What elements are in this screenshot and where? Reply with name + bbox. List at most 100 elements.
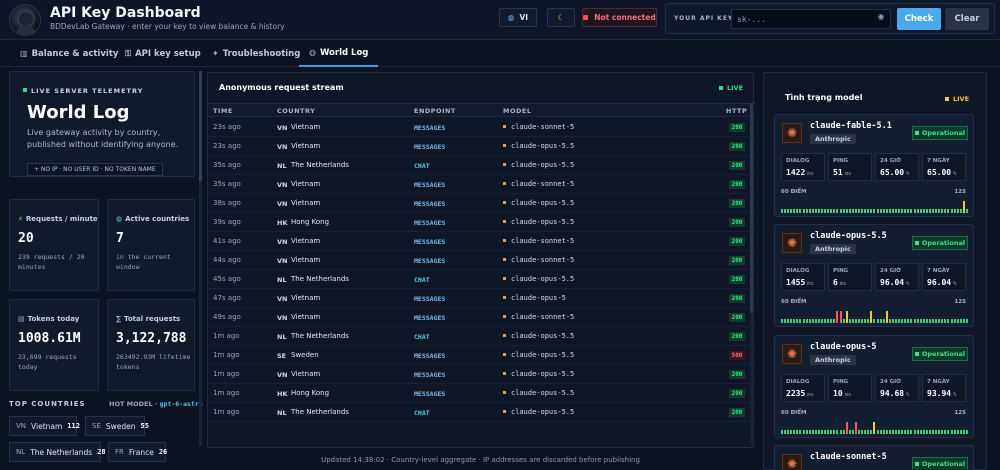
stat-label-text: Total requests bbox=[124, 315, 181, 323]
left-scrollbar[interactable] bbox=[199, 71, 202, 446]
uptime-bar bbox=[907, 209, 910, 213]
uptime-bar bbox=[885, 311, 888, 323]
row-country: Vietnam bbox=[291, 199, 321, 207]
stat-active-countries: ◍ Active countries 7 in the current windo… bbox=[107, 199, 195, 291]
uptime-bar bbox=[817, 319, 820, 323]
uptime-bars bbox=[781, 307, 969, 323]
model-stat: PING 51 ms bbox=[828, 153, 872, 181]
uptime-bar bbox=[787, 430, 790, 434]
row-model-text: claude-sonnet-5 bbox=[511, 256, 575, 264]
model-stat-value: 94.68% bbox=[880, 389, 909, 398]
model-stat: PING 10 ms bbox=[828, 374, 872, 402]
model-card[interactable]: ✺ claude-fable-5.1 Anthropic Operational DIA… bbox=[774, 114, 974, 217]
live-text: LIVE bbox=[953, 95, 970, 103]
check-button[interactable]: Check bbox=[897, 8, 941, 30]
model-dot-icon bbox=[503, 258, 506, 261]
row-endpoint: MESSAGES bbox=[414, 295, 446, 303]
model-dot-icon bbox=[503, 144, 506, 147]
country-chip[interactable]: VN Vietnam 112 bbox=[9, 416, 80, 436]
key-icon: ⚿ bbox=[125, 48, 132, 58]
row-model: claude-sonnet-5 bbox=[503, 313, 574, 321]
uptime-bar bbox=[845, 209, 848, 213]
country-chip[interactable]: SE Sweden 55 bbox=[85, 416, 149, 436]
row-endpoint: MESSAGES bbox=[414, 314, 446, 322]
row-country-code: VN bbox=[277, 371, 288, 379]
row-model-text: claude-opus-5.5 bbox=[511, 389, 575, 397]
row-model-text: claude-sonnet-5 bbox=[511, 180, 575, 188]
uptime-bar bbox=[817, 430, 820, 434]
connection-status-badge: Not connected bbox=[582, 8, 657, 27]
row-model: claude-opus-5.5 bbox=[503, 161, 574, 169]
scrollbar-thumb[interactable] bbox=[750, 103, 753, 313]
row-model: claude-opus-5.5 bbox=[503, 218, 574, 226]
model-status-badge: Operational bbox=[912, 347, 968, 361]
api-key-input[interactable] bbox=[731, 9, 891, 29]
model-stat-value: 65.00% bbox=[880, 168, 909, 177]
row-country-code: VN bbox=[277, 143, 288, 151]
row-endpoint: MESSAGES bbox=[414, 371, 446, 379]
tab-balance-activity[interactable]: ▥ Balance & activity bbox=[20, 40, 118, 67]
table-row: 23s ago VN Vietnam MESSAGES claude-opus-5.5 2… bbox=[208, 137, 755, 156]
country-chip[interactable]: FR France 26 bbox=[108, 442, 167, 462]
uptime-bar bbox=[876, 209, 879, 213]
stat-tokens-today: ▤ Tokens today 1008.61M 23,699 requests t… bbox=[9, 299, 99, 391]
uptime-bar bbox=[833, 319, 836, 323]
country-code: VN bbox=[16, 422, 27, 430]
model-card[interactable]: ✺ claude-opus-5 Anthropic Operational DIALOG… bbox=[774, 335, 974, 438]
live-dot-icon bbox=[719, 86, 723, 90]
uptime-bar bbox=[873, 209, 876, 213]
model-card[interactable]: ✺ claude-sonnet-5 Operational bbox=[774, 445, 974, 470]
country-name: France bbox=[128, 447, 154, 457]
table-row: 35s ago VN Vietnam MESSAGES claude-sonnet-5 2… bbox=[208, 175, 755, 194]
eye-icon[interactable]: ◉ bbox=[876, 12, 886, 22]
row-endpoint: MESSAGES bbox=[414, 181, 446, 189]
api-key-label: YOUR API KEY bbox=[674, 15, 734, 22]
tab-world-log[interactable]: ◍ World Log bbox=[299, 40, 379, 67]
hero-kicker-text: LIVE SERVER TELEMETRY bbox=[31, 87, 144, 95]
uptime-bars bbox=[781, 197, 969, 213]
uptime-bar bbox=[814, 319, 817, 323]
uptime-bar bbox=[805, 430, 808, 434]
uptime-bar bbox=[854, 209, 857, 213]
language-toggle[interactable]: ◍ VI bbox=[499, 8, 537, 27]
row-country-code: NL bbox=[277, 333, 287, 341]
app-subtitle: BDDevLab Gateway · enter your key to vie… bbox=[50, 22, 285, 31]
country-chip[interactable]: NL The Netherlands 28 bbox=[9, 442, 106, 462]
row-http-status: 200 bbox=[729, 294, 745, 303]
uptime-bar bbox=[845, 311, 848, 323]
uptime-bar bbox=[959, 430, 962, 434]
uptime-bar bbox=[811, 319, 814, 323]
uptime-bar bbox=[947, 319, 950, 323]
row-time: 1m ago bbox=[213, 332, 240, 340]
scrollbar-thumb[interactable] bbox=[199, 71, 202, 181]
uptime-bar bbox=[793, 319, 796, 323]
uptime-bar bbox=[935, 319, 938, 323]
live-text: LIVE bbox=[727, 84, 744, 92]
uptime-bar bbox=[919, 319, 922, 323]
status-dot-icon bbox=[914, 462, 919, 466]
table-row: 44s ago VN Vietnam MESSAGES claude-sonnet-5 2… bbox=[208, 251, 755, 270]
uptime-bar bbox=[858, 319, 861, 323]
uptime-bar bbox=[817, 209, 820, 213]
uptime-bar bbox=[959, 319, 962, 323]
uptime-bar bbox=[941, 430, 944, 434]
uptime-bar bbox=[796, 430, 799, 434]
row-http-status: 200 bbox=[729, 161, 745, 170]
uptime-bar bbox=[870, 430, 873, 434]
uptime-bar bbox=[941, 209, 944, 213]
tab-api-key-setup[interactable]: ⚿ API key setup bbox=[125, 40, 201, 67]
uptime-bar bbox=[944, 430, 947, 434]
model-status-text: Operational bbox=[921, 239, 966, 247]
theme-toggle[interactable]: ☾ bbox=[547, 8, 575, 27]
uptime-bar bbox=[799, 319, 802, 323]
model-stat: PING 6 ms bbox=[828, 263, 872, 291]
model-card[interactable]: ✺ claude-opus-5.5 Anthropic Operational DIAL… bbox=[774, 224, 974, 327]
tab-troubleshooting[interactable]: ✦ Troubleshooting bbox=[212, 40, 300, 67]
stream-scrollbar[interactable] bbox=[750, 103, 753, 443]
model-stat-unit: % bbox=[906, 171, 910, 177]
uptime-bar bbox=[821, 209, 824, 213]
model-status-text: Operational bbox=[921, 460, 966, 468]
row-country-code: VN bbox=[277, 257, 288, 265]
row-model-text: claude-opus-5.5 bbox=[511, 199, 575, 207]
clear-button[interactable]: Clear bbox=[945, 8, 989, 30]
